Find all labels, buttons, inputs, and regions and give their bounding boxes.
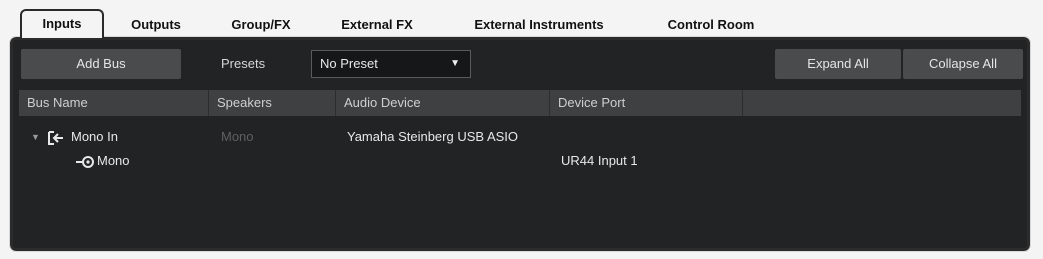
bus-input-icon [47, 126, 65, 148]
tab-control-room[interactable]: Control Room [646, 12, 776, 38]
preset-select[interactable]: No Preset ▼ [311, 50, 471, 78]
bus-name: Mono In [71, 129, 118, 144]
table-row[interactable]: ▼ Mono In Mono Yamaha Steinberg USB ASIO [19, 126, 1021, 148]
dropdown-arrow-icon: ▼ [450, 58, 460, 69]
channel-name: Mono [97, 153, 130, 168]
table-row[interactable]: Mono UR44 Input 1 [19, 150, 1021, 172]
tab-bar: Inputs Outputs Group/FX External FX Exte… [12, 9, 1031, 38]
expand-triangle-icon[interactable]: ▼ [31, 126, 40, 148]
collapse-all-button[interactable]: Collapse All [903, 49, 1023, 79]
tab-group-fx[interactable]: Group/FX [206, 12, 316, 38]
channel-device-port[interactable]: UR44 Input 1 [561, 150, 638, 172]
expand-all-button[interactable]: Expand All [775, 49, 901, 79]
column-header-audio-device[interactable]: Audio Device [336, 90, 550, 116]
channel-port-icon [75, 150, 95, 172]
toolbar: Add Bus Presets No Preset ▼ Expand All C… [19, 49, 1023, 79]
bus-speakers: Mono [221, 129, 254, 144]
bus-audio-device[interactable]: Yamaha Steinberg USB ASIO [347, 126, 518, 148]
tab-external-fx[interactable]: External FX [316, 12, 438, 38]
column-header-device-port[interactable]: Device Port [550, 90, 743, 116]
bus-panel: Add Bus Presets No Preset ▼ Expand All C… [9, 36, 1031, 252]
column-header-row: Bus Name Speakers Audio Device Device Po… [19, 90, 1021, 116]
tab-external-instruments[interactable]: External Instruments [444, 12, 634, 38]
preset-select-value: No Preset [320, 56, 378, 71]
add-bus-button[interactable]: Add Bus [21, 49, 181, 79]
column-header-bus-name[interactable]: Bus Name [19, 90, 209, 116]
column-header-speakers[interactable]: Speakers [209, 90, 336, 116]
tab-inputs[interactable]: Inputs [20, 9, 104, 38]
presets-label: Presets [221, 56, 266, 71]
tab-outputs[interactable]: Outputs [110, 12, 202, 38]
column-header-empty [743, 90, 1021, 116]
